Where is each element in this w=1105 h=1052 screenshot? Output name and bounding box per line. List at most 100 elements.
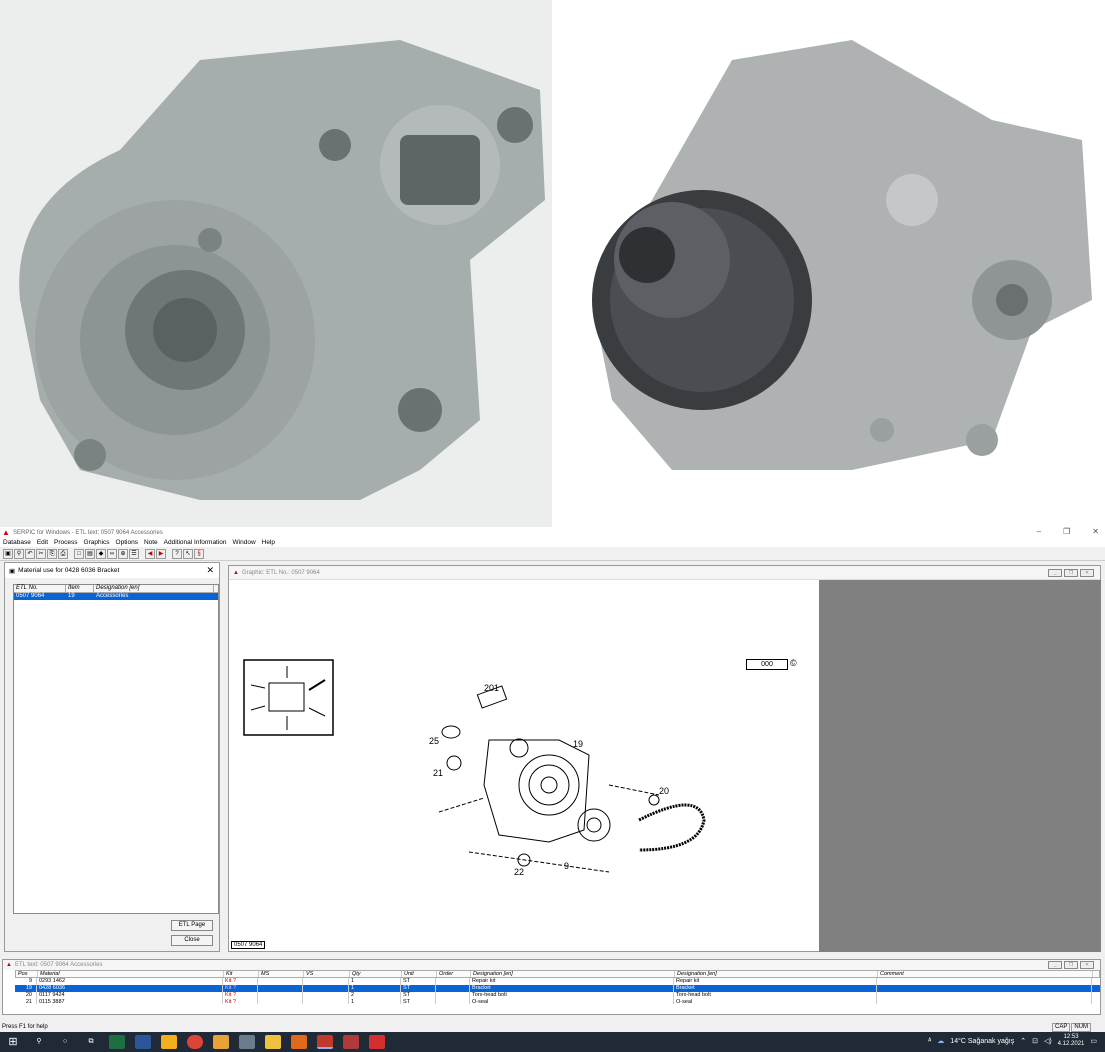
pos: 21 — [15, 999, 37, 1004]
table-row[interactable]: 19 0428 6036 Kit ? 1 ST Bracket Bracket — [15, 985, 1100, 992]
qty: 1 — [349, 985, 401, 992]
close-button[interactable]: ✕ — [1092, 527, 1099, 536]
column-kit[interactable]: Kit — [224, 971, 259, 977]
menu-process[interactable]: Process — [51, 538, 80, 547]
open-database-icon[interactable]: ▣ — [3, 549, 13, 559]
callout-20[interactable]: 20 — [659, 786, 669, 796]
search-icon[interactable]: ⚲ — [14, 549, 24, 559]
file-explorer-icon[interactable] — [161, 1035, 177, 1049]
network-icon[interactable]: ⊡ — [1032, 1037, 1038, 1045]
etl-close-button[interactable]: ✕ — [1080, 961, 1094, 969]
designation-1: Torx-head bolt — [470, 992, 674, 999]
media-app-icon[interactable] — [343, 1035, 359, 1049]
previous-icon[interactable]: ◀ — [145, 549, 155, 559]
clock-date: 4.12.2021 — [1057, 1041, 1085, 1047]
network-app-icon[interactable] — [239, 1035, 255, 1049]
color-icon[interactable]: ◆ — [96, 549, 106, 559]
callout-25[interactable]: 25 — [429, 736, 439, 746]
pos: 9 — [15, 978, 37, 985]
column-ms[interactable]: MS — [259, 971, 304, 977]
table-row[interactable]: 21 0115 3887 Kit ? 1 ST O-seal O-seal — [15, 999, 1100, 1004]
zoom-icon[interactable]: ⊕ — [118, 549, 128, 559]
column-comment[interactable]: Comment — [878, 971, 1093, 977]
column-item[interactable]: Item — [66, 585, 94, 592]
context-help-icon[interactable]: ↖ — [183, 549, 193, 559]
weather-icon[interactable]: ☁ — [937, 1037, 944, 1045]
material-use-list[interactable]: ETL No. Item Designation [en] 0507 9064 … — [13, 584, 219, 914]
menu-options[interactable]: Options — [113, 538, 141, 547]
unit: ST — [401, 992, 436, 999]
menu-note[interactable]: Note — [141, 538, 161, 547]
column-order[interactable]: Order — [437, 971, 471, 977]
next-icon[interactable]: ▶ — [156, 549, 166, 559]
copyright-symbol: © — [790, 658, 797, 668]
column-material[interactable]: Material — [38, 971, 224, 977]
menu-window[interactable]: Window — [230, 538, 259, 547]
column-vs[interactable]: VS — [304, 971, 350, 977]
graphic-restore-button[interactable]: ❐ — [1064, 569, 1078, 577]
cortana-icon[interactable]: ○ — [57, 1035, 73, 1049]
graphic-minimize-button[interactable]: _ — [1048, 569, 1062, 577]
task-view-icon[interactable]: ⧉ — [83, 1035, 99, 1049]
link-icon[interactable]: ∞ — [107, 549, 117, 559]
chrome-app-icon[interactable] — [187, 1035, 203, 1049]
column-unit[interactable]: Unit — [402, 971, 437, 977]
etl-titlebar: ▲ ETL text: 0507 9064 Accessories _ ❐ ✕ — [3, 960, 1100, 970]
print-icon[interactable]: ⎙ — [58, 549, 68, 559]
column-designation-2[interactable]: Designation [en] — [675, 971, 878, 977]
weather-text[interactable]: 14°C Sağanak yağış — [950, 1038, 1014, 1045]
column-designation[interactable]: Designation [en] — [94, 585, 214, 592]
material-use-dialog: ▣ Material use for 0428 6036 Bracket ✕ E… — [4, 562, 220, 952]
callout-9[interactable]: 9 — [564, 861, 569, 871]
callout-22[interactable]: 22 — [514, 867, 524, 877]
column-pos[interactable]: Pos — [16, 971, 38, 977]
maximize-button[interactable]: ❐ — [1063, 527, 1070, 536]
menu-database[interactable]: Database — [0, 538, 34, 547]
etl-restore-button[interactable]: ❐ — [1064, 961, 1078, 969]
list-icon[interactable]: ☰ — [129, 549, 139, 559]
excel-app-icon[interactable] — [109, 1035, 125, 1049]
chevron-up-icon[interactable]: ⌃ — [1020, 1037, 1026, 1045]
back-icon[interactable]: ↶ — [25, 549, 35, 559]
menu-additional-information[interactable]: Additional Information — [161, 538, 230, 547]
app-icon[interactable] — [213, 1035, 229, 1049]
volume-icon[interactable]: ◁) — [1044, 1037, 1052, 1045]
search-icon[interactable]: ⚲ — [31, 1035, 47, 1049]
notification-person-icon[interactable]: ᴬ — [928, 1038, 931, 1045]
notification-icon[interactable]: ▭ — [1090, 1037, 1097, 1045]
serpic-app-icon[interactable] — [317, 1035, 333, 1049]
menu-help[interactable]: Help — [259, 538, 278, 547]
dialog-close-icon[interactable]: ✕ — [206, 565, 214, 576]
document-icon[interactable]: ▤ — [85, 549, 95, 559]
ms — [258, 999, 303, 1004]
sis-icon[interactable]: § — [194, 549, 204, 559]
material: 0428 6036 — [37, 985, 223, 992]
red-app-icon[interactable] — [369, 1035, 385, 1049]
column-etl-no[interactable]: ETL No. — [14, 585, 66, 592]
windows-start-icon[interactable]: ⊞ — [5, 1035, 21, 1049]
help-icon[interactable]: ? — [172, 549, 182, 559]
table-row[interactable]: 9 0293 1462 Kit ? 1 ST Repair kit Repair… — [15, 978, 1100, 985]
table-row[interactable]: 20 0117 9424 Kit ? 2 ST Torx-head bolt T… — [15, 992, 1100, 999]
cut-icon[interactable]: ✂ — [36, 549, 46, 559]
callout-201[interactable]: 201 — [484, 683, 499, 693]
clock[interactable]: 12:53 4.12.2021 — [1058, 1034, 1085, 1048]
folder-app-icon[interactable] — [265, 1035, 281, 1049]
etl-minimize-button[interactable]: _ — [1048, 961, 1062, 969]
list-item[interactable]: 0507 9064 19 Accessories — [14, 593, 218, 600]
menu-edit[interactable]: Edit — [34, 538, 51, 547]
column-designation-1[interactable]: Designation [en] — [471, 971, 675, 977]
dialog-close-button[interactable]: Close — [171, 935, 213, 946]
new-page-icon[interactable]: □ — [74, 549, 84, 559]
column-qty[interactable]: Qty — [350, 971, 402, 977]
search-app-icon[interactable] — [291, 1035, 307, 1049]
exploded-parts-drawing[interactable]: 201 25 19 21 20 22 9 — [229, 580, 819, 952]
callout-21[interactable]: 21 — [433, 768, 443, 778]
copy-icon[interactable]: ⎘ — [47, 549, 57, 559]
word-app-icon[interactable] — [135, 1035, 151, 1049]
graphic-close-button[interactable]: ✕ — [1080, 569, 1094, 577]
etl-page-button[interactable]: ETL Page — [171, 920, 213, 931]
callout-19[interactable]: 19 — [573, 739, 583, 749]
minimize-button[interactable]: – — [1037, 527, 1041, 536]
menu-graphics[interactable]: Graphics — [81, 538, 113, 547]
